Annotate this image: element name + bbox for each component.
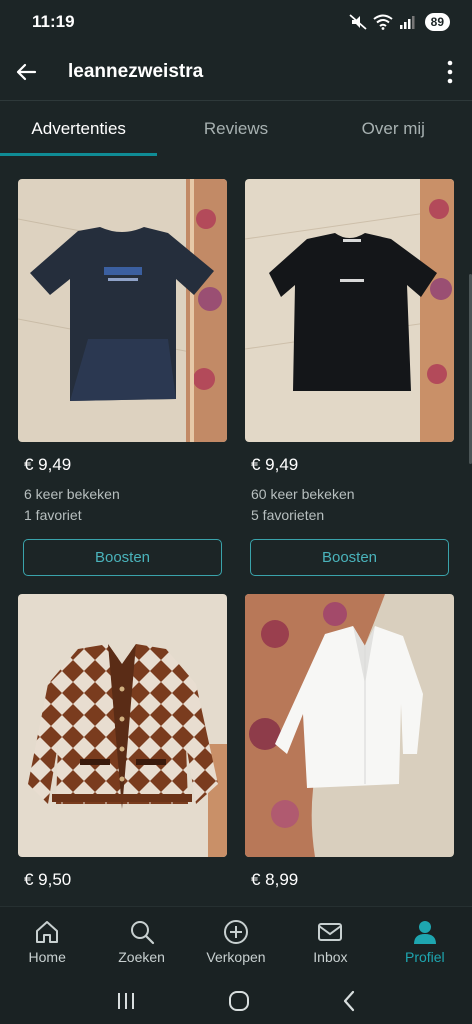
blouse-image [245,594,454,857]
tshirt-image [245,179,454,442]
nav-inbox[interactable]: Inbox [283,907,377,978]
listing-views: 6 keer bekeken [24,486,120,502]
status-icons: 89 [349,13,450,31]
page-title: leannezweistra [68,61,204,82]
boost-button[interactable]: Boosten [250,539,449,576]
plus-circle-icon [224,920,249,944]
profile-icon [413,921,436,944]
cardigan-image [18,594,227,857]
home-button-icon[interactable] [228,990,250,1012]
boost-button[interactable]: Boosten [23,539,222,576]
nav-search-label: Zoeken [118,949,165,965]
tab-reviews[interactable]: Reviews [157,101,314,157]
nav-search[interactable]: Zoeken [94,907,188,978]
listing-price: € 8,99 [251,870,299,889]
app-header: leannezweistra [0,44,472,100]
listing-photo[interactable] [18,594,227,857]
bottom-navigation: Home Zoeken Verkopen Inbox Profiel [0,906,472,978]
listing-card[interactable]: € 8,99 [245,594,454,904]
arrow-left-icon [16,63,37,81]
listing-card[interactable]: € 9,50 [18,594,227,904]
status-time: 11:19 [32,12,75,31]
nav-home-label: Home [28,949,66,965]
tshirt-image [18,179,227,442]
profile-tabs: Advertenties Reviews Over mij [0,101,472,157]
mute-icon [349,14,367,30]
recent-apps-icon[interactable] [115,991,137,1011]
nav-profile[interactable]: Profiel [378,907,472,978]
listing-photo[interactable] [245,594,454,857]
active-tab-indicator [0,153,157,156]
nav-sell[interactable]: Verkopen [189,907,283,978]
listing-price: € 9,49 [251,455,299,474]
system-navigation-bar [0,978,472,1024]
listing-favorites: 1 favoriet [24,507,82,523]
listing-photo[interactable] [245,179,454,442]
tab-advertenties[interactable]: Advertenties [0,101,157,157]
tab-over-mij[interactable]: Over mij [315,101,472,157]
listing-card[interactable]: € 9,49 60 keer bekeken 5 favorieten Boos… [245,179,454,579]
nav-profile-label: Profiel [404,949,445,965]
back-button[interactable] [0,48,52,96]
listing-card[interactable]: € 9,49 6 keer bekeken 1 favoriet Boosten [18,179,227,579]
search-icon [130,921,154,945]
status-bar: 11:19 89 [0,0,472,44]
wifi-icon [373,14,393,30]
back-nav-icon[interactable] [341,990,357,1012]
listing-views: 60 keer bekeken [251,486,355,502]
nav-sell-label: Verkopen [206,949,266,965]
listing-price: € 9,50 [24,870,72,889]
listing-photo[interactable] [18,179,227,442]
home-icon [36,921,59,943]
signal-icon [399,16,415,29]
nav-home[interactable]: Home [0,907,94,978]
listing-favorites: 5 favorieten [251,507,325,523]
listing-price: € 9,49 [24,455,72,474]
nav-inbox-label: Inbox [313,949,348,965]
more-vertical-icon [447,60,453,84]
mail-icon [318,923,343,941]
battery-level: 89 [424,13,450,31]
more-options-button[interactable] [428,48,472,96]
